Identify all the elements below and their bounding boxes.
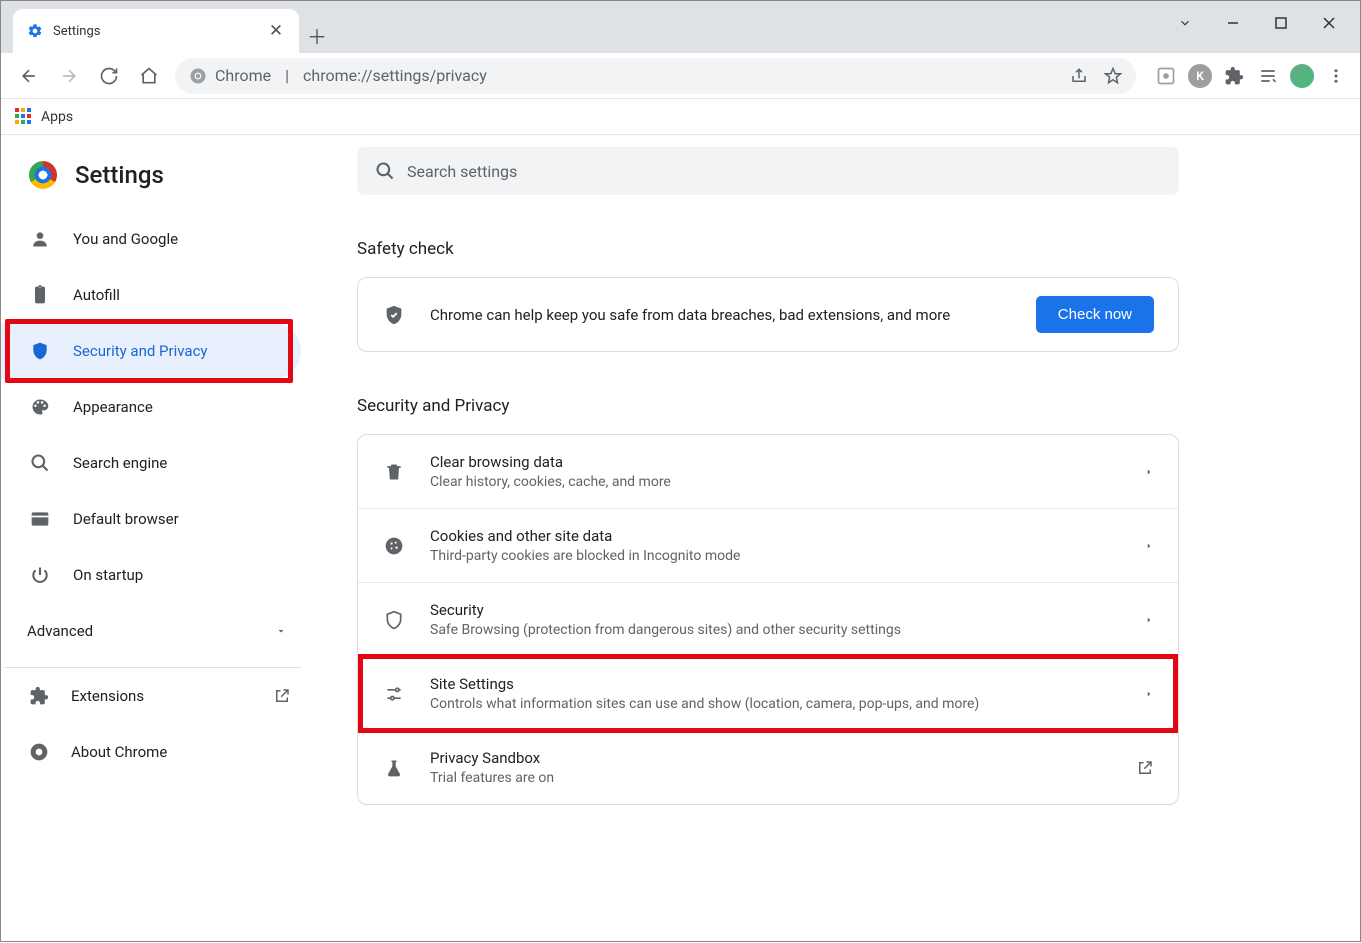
settings-content: Search settings Safety check Chrome can … [313, 135, 1360, 943]
chevron-right-icon [1144, 541, 1154, 551]
flask-icon [382, 758, 406, 778]
clipboard-icon [29, 284, 51, 306]
check-now-button[interactable]: Check now [1036, 296, 1154, 333]
chevron-right-icon [1144, 615, 1154, 625]
sidebar-item-label: Appearance [73, 398, 153, 416]
sidebar-item-label: Autofill [73, 286, 120, 304]
search-icon [375, 161, 395, 181]
chrome-outline-icon [29, 742, 49, 762]
tab-title: Settings [53, 24, 257, 39]
power-icon [29, 564, 51, 586]
cookie-icon [382, 536, 406, 556]
chevron-down-icon [275, 625, 287, 637]
security-privacy-card: Clear browsing data Clear history, cooki… [357, 434, 1179, 805]
apps-label[interactable]: Apps [41, 109, 73, 125]
shield-icon [29, 340, 51, 362]
puzzle-icon [29, 686, 49, 706]
extension-k-icon[interactable]: K [1186, 62, 1214, 90]
sliders-icon [382, 684, 406, 704]
palette-icon [29, 396, 51, 418]
url-prefix: Chrome [215, 66, 271, 85]
person-icon [29, 228, 51, 250]
bookmarks-bar: Apps [1, 99, 1360, 135]
titlebar: Settings ✕ ＋ [1, 1, 1360, 53]
search-settings-input[interactable]: Search settings [357, 147, 1179, 195]
sidebar-item-label: On startup [73, 566, 143, 584]
sidebar-item-label: You and Google [73, 230, 178, 248]
close-tab-icon[interactable]: ✕ [267, 22, 285, 40]
reading-list-icon[interactable] [1254, 62, 1282, 90]
extension-box-icon[interactable] [1152, 62, 1180, 90]
safety-check-text: Chrome can help keep you safe from data … [430, 306, 1012, 324]
search-icon [29, 452, 51, 474]
safety-check-heading: Safety check [357, 239, 1179, 259]
back-button[interactable] [11, 58, 47, 94]
new-tab-button[interactable]: ＋ [299, 17, 335, 53]
chevron-right-icon [1144, 689, 1154, 699]
sidebar-item-security-privacy[interactable]: Security and Privacy [1, 323, 301, 379]
bookmark-star-icon[interactable] [1104, 67, 1122, 85]
profile-avatar[interactable] [1288, 62, 1316, 90]
address-toolbar: Chrome | chrome://settings/privacy K [1, 53, 1360, 99]
shield-check-icon [382, 304, 406, 326]
row-clear-browsing-data[interactable]: Clear browsing data Clear history, cooki… [358, 435, 1178, 509]
row-privacy-sandbox[interactable]: Privacy Sandbox Trial features are on [358, 731, 1178, 804]
minimize-button[interactable] [1210, 7, 1256, 39]
browser-tab[interactable]: Settings ✕ [13, 9, 299, 53]
sidebar-item-default-browser[interactable]: Default browser [1, 491, 301, 547]
sidebar-item-search-engine[interactable]: Search engine [1, 435, 301, 491]
chrome-logo-icon [29, 161, 57, 189]
row-security[interactable]: Security Safe Browsing (protection from … [358, 583, 1178, 657]
sidebar-item-on-startup[interactable]: On startup [1, 547, 301, 603]
forward-button[interactable] [51, 58, 87, 94]
share-icon[interactable] [1070, 67, 1088, 85]
open-external-icon [273, 687, 291, 705]
extensions-puzzle-icon[interactable] [1220, 62, 1248, 90]
open-external-icon [1136, 759, 1154, 777]
chevron-down-icon[interactable] [1162, 7, 1208, 39]
row-site-settings[interactable]: Site Settings Controls what information … [358, 657, 1178, 731]
chevron-right-icon [1144, 467, 1154, 477]
address-bar[interactable]: Chrome | chrome://settings/privacy [175, 58, 1136, 94]
sidebar-advanced-toggle[interactable]: Advanced [1, 603, 313, 659]
sidebar-item-about-chrome[interactable]: About Chrome [1, 724, 313, 780]
home-button[interactable] [131, 58, 167, 94]
sidebar-item-appearance[interactable]: Appearance [1, 379, 301, 435]
shield-outline-icon [382, 610, 406, 630]
row-cookies[interactable]: Cookies and other site data Third-party … [358, 509, 1178, 583]
security-privacy-heading: Security and Privacy [357, 396, 1179, 416]
url-path: chrome://settings/privacy [303, 66, 487, 85]
safety-check-card: Chrome can help keep you safe from data … [357, 277, 1179, 352]
chrome-page-icon [189, 67, 207, 85]
browser-window-icon [29, 508, 51, 530]
search-placeholder: Search settings [407, 162, 517, 181]
apps-grid-icon[interactable] [15, 108, 33, 126]
sidebar-item-label: Default browser [73, 510, 179, 528]
sidebar-item-you-and-google[interactable]: You and Google [1, 211, 301, 267]
reload-button[interactable] [91, 58, 127, 94]
sidebar-item-label: Security and Privacy [73, 342, 208, 360]
maximize-button[interactable] [1258, 7, 1304, 39]
trash-icon [382, 462, 406, 482]
chrome-menu-button[interactable] [1322, 62, 1350, 90]
sidebar-item-autofill[interactable]: Autofill [1, 267, 301, 323]
close-window-button[interactable] [1306, 7, 1352, 39]
gear-icon [27, 23, 43, 39]
page-title: Settings [75, 161, 164, 189]
sidebar-item-extensions[interactable]: Extensions [1, 668, 313, 724]
sidebar-item-label: Search engine [73, 454, 167, 472]
settings-sidebar: Settings You and Google Autofill Securit… [1, 135, 313, 943]
settings-brand: Settings [1, 151, 313, 211]
